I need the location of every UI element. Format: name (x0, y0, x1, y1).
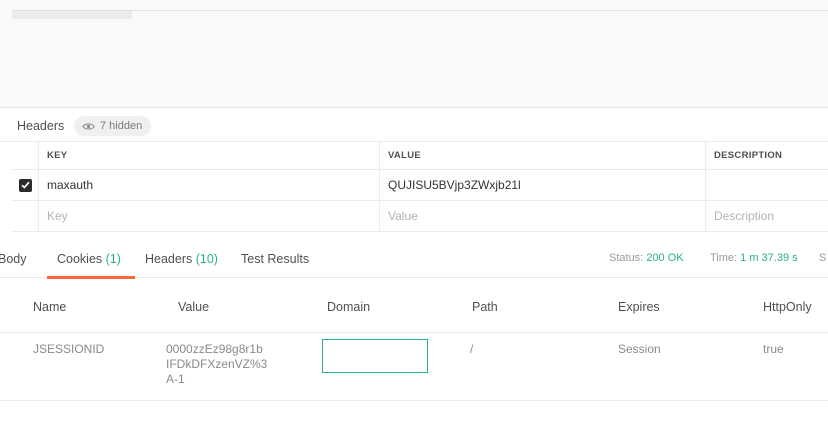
tab-bar-divider (132, 10, 828, 11)
row-checkbox-cell (12, 170, 38, 200)
status-indicator: Status: 200 OK (609, 252, 684, 264)
table-row-new: Key Value Description (12, 201, 828, 232)
cookie-name: JSESSIONID (33, 342, 105, 356)
request-headers-table: KEY VALUE DESCRIPTION maxauth QUJISU5BVj… (12, 142, 828, 232)
eye-icon (82, 123, 95, 129)
cookie-domain-header: Domain (327, 300, 371, 314)
headers-title[interactable]: Headers (17, 119, 64, 133)
checkmark-icon (20, 181, 30, 189)
header-enabled-checkbox[interactable] (18, 178, 32, 192)
table-row: maxauth QUJISU5BVjp3ZWxjb21l (12, 170, 828, 201)
header-value-cell[interactable]: QUJISU5BVjp3ZWxjb21l (379, 170, 705, 200)
header-key: maxauth (47, 178, 94, 192)
time-value: 1 m 37.39 s (740, 252, 798, 264)
status-value: 200 OK (646, 252, 684, 264)
cookie-value-line: 0000zzEz98g8r1b (166, 342, 263, 356)
time-indicator: Time: 1 m 37.39 s (710, 252, 798, 264)
header-description-cell[interactable] (705, 170, 828, 200)
request-tab[interactable] (12, 10, 132, 19)
size-indicator: S (819, 252, 827, 264)
new-value-input[interactable]: Value (379, 201, 705, 231)
value-column-header: VALUE (379, 142, 705, 169)
response-tabs: Body Cookies (1) Headers (10) Test Resul… (0, 238, 828, 279)
cookie-httponly-header: HttpOnly (763, 300, 812, 314)
hidden-headers-label: 7 hidden (100, 120, 143, 132)
row-checkbox-cell (12, 201, 38, 231)
header-value: QUJISU5BVjp3ZWxjb21l (388, 178, 521, 192)
value-placeholder: Value (388, 209, 418, 223)
cookie-path-header: Path (472, 300, 498, 314)
cookie-path: / (470, 342, 474, 356)
header-key-cell[interactable]: maxauth (38, 170, 379, 200)
tab-cookies-label: Cookies (57, 252, 103, 266)
cookie-value: 0000zzEz98g8r1b IFDkDFXzenVZ%3 A-1 (166, 342, 267, 387)
key-placeholder: Key (47, 209, 68, 223)
tab-headers-label: Headers (145, 252, 193, 266)
tab-test-results[interactable]: Test Results (241, 252, 309, 266)
description-placeholder: Description (714, 209, 775, 223)
cookie-value-header: Value (178, 300, 210, 314)
table-row: JSESSIONID 0000zzEz98g8r1b IFDkDFXzenVZ%… (0, 333, 828, 401)
tab-headers[interactable]: Headers (10) (145, 252, 218, 266)
hidden-headers-toggle[interactable]: 7 hidden (74, 116, 152, 136)
new-description-input[interactable]: Description (705, 201, 828, 231)
status-label: Status: (609, 252, 644, 264)
request-area (0, 0, 828, 108)
tab-cookies-count: (1) (105, 252, 121, 266)
cookies-table-header: Name Value Domain Path Expires HttpOnly (0, 278, 828, 333)
cookie-value-line: A-1 (166, 372, 185, 386)
cookie-domain-input[interactable] (322, 339, 428, 373)
key-column-header: KEY (38, 142, 379, 169)
tab-cookies[interactable]: Cookies (1) (57, 252, 121, 266)
table-header-row: KEY VALUE DESCRIPTION (12, 142, 828, 170)
cookie-expires-header: Expires (618, 300, 660, 314)
cookie-expires: Session (618, 342, 661, 356)
description-column-header: DESCRIPTION (705, 142, 828, 169)
check-column-header (12, 142, 38, 169)
new-key-input[interactable]: Key (38, 201, 379, 231)
tab-headers-count: (10) (195, 252, 218, 266)
headers-bar: Headers 7 hidden (0, 108, 828, 142)
cookie-value-line: IFDkDFXzenVZ%3 (166, 357, 268, 371)
cookie-httponly: true (763, 342, 784, 356)
tab-body[interactable]: Body (0, 252, 27, 266)
cookie-name-header: Name (33, 300, 67, 314)
time-label: Time: (710, 252, 738, 264)
